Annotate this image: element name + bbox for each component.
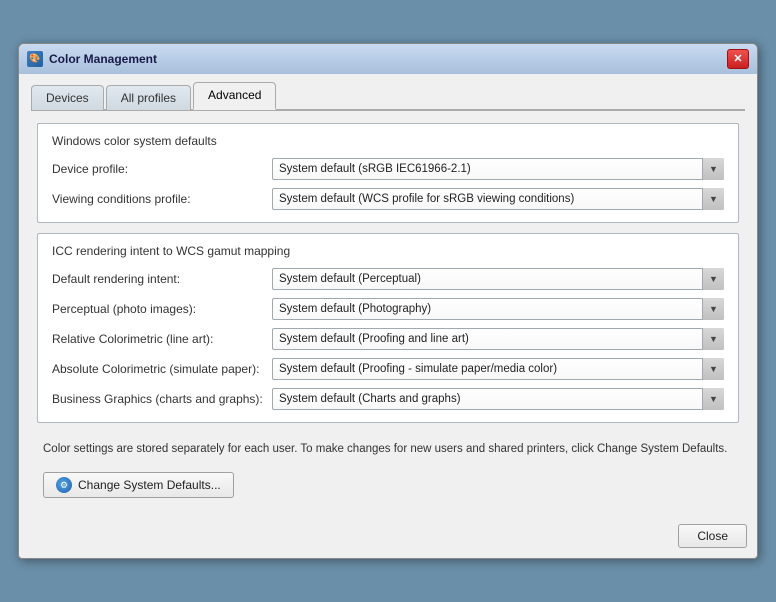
icc-dropdown-1[interactable]: System default (Photography) — [272, 298, 724, 320]
icc-row-0: Default rendering intent: System default… — [52, 268, 724, 290]
icc-dropdown-wrap-2: System default (Proofing and line art) ▼ — [272, 328, 724, 350]
change-defaults-button[interactable]: ⚙ Change System Defaults... — [43, 472, 234, 498]
tab-devices[interactable]: Devices — [31, 85, 104, 110]
tab-content-advanced: Windows color system defaults Device pro… — [31, 111, 745, 506]
info-text: Color settings are stored separately for… — [37, 433, 739, 468]
close-window-button[interactable]: ✕ — [727, 49, 749, 69]
device-profile-dropdown-wrap: System default (sRGB IEC61966-2.1) ▼ — [272, 158, 724, 180]
close-button[interactable]: Close — [678, 524, 747, 548]
viewing-conditions-dropdown[interactable]: System default (WCS profile for sRGB vie… — [272, 188, 724, 210]
icc-dropdown-3[interactable]: System default (Proofing - simulate pape… — [272, 358, 724, 380]
change-defaults-label: Change System Defaults... — [78, 478, 221, 492]
icc-section: ICC rendering intent to WCS gamut mappin… — [37, 233, 739, 423]
tab-bar: Devices All profiles Advanced — [31, 82, 745, 111]
window-body: Devices All profiles Advanced Windows co… — [19, 74, 757, 518]
icc-dropdown-2[interactable]: System default (Proofing and line art) — [272, 328, 724, 350]
device-profile-label: Device profile: — [52, 162, 272, 176]
icc-dropdown-wrap-0: System default (Perceptual) ▼ — [272, 268, 724, 290]
color-management-window: 🎨 Color Management ✕ Devices All profile… — [18, 43, 758, 559]
icc-label-3: Absolute Colorimetric (simulate paper): — [52, 362, 272, 376]
icc-title: ICC rendering intent to WCS gamut mappin… — [52, 244, 724, 258]
icc-row-3: Absolute Colorimetric (simulate paper): … — [52, 358, 724, 380]
icc-label-0: Default rendering intent: — [52, 272, 272, 286]
title-bar: 🎨 Color Management ✕ — [19, 44, 757, 74]
viewing-conditions-label: Viewing conditions profile: — [52, 192, 272, 206]
device-profile-row: Device profile: System default (sRGB IEC… — [52, 158, 724, 180]
windows-color-title: Windows color system defaults — [52, 134, 724, 148]
window-title: Color Management — [49, 52, 727, 66]
icc-dropdown-wrap-3: System default (Proofing - simulate pape… — [272, 358, 724, 380]
icc-row-1: Perceptual (photo images): System defaul… — [52, 298, 724, 320]
icc-dropdown-wrap-1: System default (Photography) ▼ — [272, 298, 724, 320]
device-profile-dropdown[interactable]: System default (sRGB IEC61966-2.1) — [272, 158, 724, 180]
icc-label-2: Relative Colorimetric (line art): — [52, 332, 272, 346]
tab-advanced[interactable]: Advanced — [193, 82, 276, 110]
change-defaults-icon: ⚙ — [56, 477, 72, 493]
window-icon: 🎨 — [27, 51, 43, 67]
icc-dropdown-0[interactable]: System default (Perceptual) — [272, 268, 724, 290]
icc-row-4: Business Graphics (charts and graphs): S… — [52, 388, 724, 410]
icc-label-1: Perceptual (photo images): — [52, 302, 272, 316]
viewing-conditions-dropdown-wrap: System default (WCS profile for sRGB vie… — [272, 188, 724, 210]
icc-dropdown-4[interactable]: System default (Charts and graphs) — [272, 388, 724, 410]
icc-label-4: Business Graphics (charts and graphs): — [52, 392, 272, 406]
icc-dropdown-wrap-4: System default (Charts and graphs) ▼ — [272, 388, 724, 410]
windows-color-section: Windows color system defaults Device pro… — [37, 123, 739, 223]
tab-all-profiles[interactable]: All profiles — [106, 85, 191, 110]
icc-row-2: Relative Colorimetric (line art): System… — [52, 328, 724, 350]
viewing-conditions-row: Viewing conditions profile: System defau… — [52, 188, 724, 210]
window-bottom-bar: Close — [19, 518, 757, 558]
